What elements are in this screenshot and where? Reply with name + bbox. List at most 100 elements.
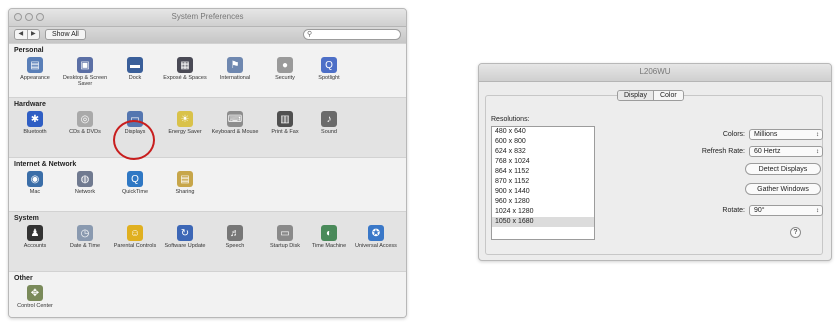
appearance-icon: ▤ <box>27 57 43 73</box>
tab-bar: Display Color <box>617 90 684 101</box>
tab-display[interactable]: Display <box>618 91 654 100</box>
category-personal: Personal ▤ Appearance ▣ Desktop & Screen Sav… <box>9 43 406 98</box>
pref-pane-universal-access[interactable]: ✪ Universal Access <box>352 225 400 249</box>
refresh-rate-value: 60 Hertz <box>754 148 781 155</box>
pref-pane-label: Bluetooth <box>23 129 47 135</box>
pref-pane-label: Energy Saver <box>168 129 202 135</box>
help-button[interactable]: ? <box>790 227 801 238</box>
pref-pane-time-machine[interactable]: ◐ Time Machine <box>305 225 353 249</box>
resolution-item[interactable]: 480 x 640 <box>492 127 594 137</box>
pref-pane-print-fax[interactable]: ▥ Print & Fax <box>261 111 309 135</box>
pref-pane-security[interactable]: ● Security <box>261 57 309 81</box>
refresh-rate-label: Refresh Rate: <box>701 148 745 155</box>
display-settings-window: L206WU Display Color Resolutions: 480 x … <box>478 63 832 261</box>
resolution-item[interactable]: 900 x 1440 <box>492 187 594 197</box>
colors-popup[interactable]: Millions ↕ <box>749 129 823 140</box>
lock-icon: ● <box>277 57 293 73</box>
pref-pane-label: Date & Time <box>69 243 101 249</box>
resolutions-list[interactable]: 480 x 640 600 x 800 624 x 832 768 x 1024 864… <box>491 126 595 240</box>
timemachine-icon: ◐ <box>321 225 337 241</box>
pref-pane-label: Software Update <box>164 243 206 249</box>
title-bar[interactable]: System Preferences <box>9 9 406 27</box>
pref-pane-expos-spaces[interactable]: ▦ Exposé & Spaces <box>161 57 209 81</box>
pref-pane-mac[interactable]: ◉ Mac <box>11 171 59 195</box>
resolution-item[interactable]: 870 x 1152 <box>492 177 594 187</box>
pref-pane-label: Desktop & Screen Saver <box>62 75 108 87</box>
rotate-popup[interactable]: 90° ↕ <box>749 205 823 216</box>
detect-displays-button[interactable]: Detect Displays <box>745 163 821 175</box>
pref-pane-cds-dvds[interactable]: ◎ CDs & DVDs <box>61 111 109 135</box>
pref-pane-software-update[interactable]: ↻ Software Update <box>161 225 209 249</box>
keyboard-icon: ⌨ <box>227 111 243 127</box>
pref-pane-parental-controls[interactable]: ☺ Parental Controls <box>111 225 159 249</box>
category-label: Internet & Network <box>14 161 77 168</box>
accessibility-icon: ✪ <box>368 225 384 241</box>
forward-icon[interactable]: ▶ <box>28 30 40 39</box>
pref-pane-label: Dock <box>128 75 142 81</box>
pref-pane-label: Universal Access <box>355 243 397 249</box>
pref-pane-keyboard-mouse[interactable]: ⌨ Keyboard & Mouse <box>211 111 259 135</box>
pref-pane-label: Exposé & Spaces <box>163 75 207 81</box>
resolution-item[interactable]: 1024 x 1280 <box>492 207 594 217</box>
resolution-item[interactable]: 600 x 800 <box>492 137 594 147</box>
pref-pane-bluetooth[interactable]: ✱ Bluetooth <box>11 111 59 135</box>
category-system: System ♟ Accounts ◷ Date & Time ☺ Parental Con… <box>9 211 406 272</box>
microphone-icon: ♬ <box>227 225 243 241</box>
pref-pane-label: Time Machine <box>311 243 347 249</box>
pref-pane-spotlight[interactable]: Q Spotlight <box>305 57 353 81</box>
pref-pane-label: Security <box>275 75 295 81</box>
pref-pane-desktop-screen-saver[interactable]: ▣ Desktop & Screen Saver <box>61 57 109 87</box>
resolution-item[interactable]: 768 x 1024 <box>492 157 594 167</box>
category-label: Other <box>14 275 33 282</box>
gather-windows-button[interactable]: Gather Windows <box>745 183 821 195</box>
pref-pane-speech[interactable]: ♬ Speech <box>211 225 259 249</box>
back-forward-control: ◀ ▶ <box>14 29 40 40</box>
pref-pane-accounts[interactable]: ♟ Accounts <box>11 225 59 249</box>
pref-pane-startup-disk[interactable]: ▭ Startup Disk <box>261 225 309 249</box>
pref-pane-label: Keyboard & Mouse <box>211 129 259 135</box>
popup-arrows-icon: ↕ <box>816 132 819 138</box>
category-internet-network: Internet & Network ◉ Mac ◍ Network Q QuickTime… <box>9 157 406 212</box>
pref-pane-network[interactable]: ◍ Network <box>61 171 109 195</box>
clock-icon: ◷ <box>77 225 93 241</box>
resolution-item[interactable]: 1050 x 1680 <box>492 217 594 227</box>
resolution-item[interactable]: 864 x 1152 <box>492 167 594 177</box>
popup-arrows-icon: ↕ <box>816 208 819 214</box>
pref-pane-sound[interactable]: ♪ Sound <box>305 111 353 135</box>
search-input[interactable]: ⚲ <box>303 29 401 40</box>
pref-pane-control-center[interactable]: ✥ Control Center <box>11 285 59 309</box>
pref-pane-label: Accounts <box>23 243 47 249</box>
pref-pane-international[interactable]: ⚑ International <box>211 57 259 81</box>
toolbar: ◀ ▶ Show All ⚲ <box>9 27 406 44</box>
mac-icon: ◉ <box>27 171 43 187</box>
resolution-item[interactable]: 960 x 1280 <box>492 197 594 207</box>
quicktime-icon: Q <box>127 171 143 187</box>
colors-value: Millions <box>754 131 778 138</box>
category-label: Hardware <box>14 101 46 108</box>
show-all-button[interactable]: Show All <box>45 29 86 40</box>
disc-icon: ◎ <box>77 111 93 127</box>
accounts-icon: ♟ <box>27 225 43 241</box>
logitech-icon: ✥ <box>27 285 43 301</box>
refresh-rate-popup[interactable]: 60 Hertz ↕ <box>749 146 823 157</box>
pref-pane-label: Sharing <box>175 189 195 195</box>
pref-pane-quicktime[interactable]: Q QuickTime <box>111 171 159 195</box>
printer-icon: ▥ <box>277 111 293 127</box>
pref-pane-date-time[interactable]: ◷ Date & Time <box>61 225 109 249</box>
pref-pane-dock[interactable]: ▬ Dock <box>111 57 159 81</box>
resolution-item[interactable]: 624 x 832 <box>492 147 594 157</box>
pref-pane-sharing[interactable]: ▤ Sharing <box>161 171 209 195</box>
tab-color[interactable]: Color <box>653 91 683 100</box>
pref-pane-label: Network <box>74 189 96 195</box>
category-label: System <box>14 215 39 222</box>
search-icon: ⚲ <box>307 31 313 38</box>
pref-pane-energy-saver[interactable]: ☀ Energy Saver <box>161 111 209 135</box>
displays-highlight-circle <box>113 120 155 160</box>
dock-icon: ▬ <box>127 57 143 73</box>
pref-pane-label: Startup Disk <box>270 243 300 249</box>
back-icon[interactable]: ◀ <box>15 30 28 39</box>
pref-pane-appearance[interactable]: ▤ Appearance <box>11 57 59 81</box>
rotate-label: Rotate: <box>722 207 745 214</box>
flag-icon: ⚑ <box>227 57 243 73</box>
title-bar[interactable]: L206WU <box>479 64 831 82</box>
